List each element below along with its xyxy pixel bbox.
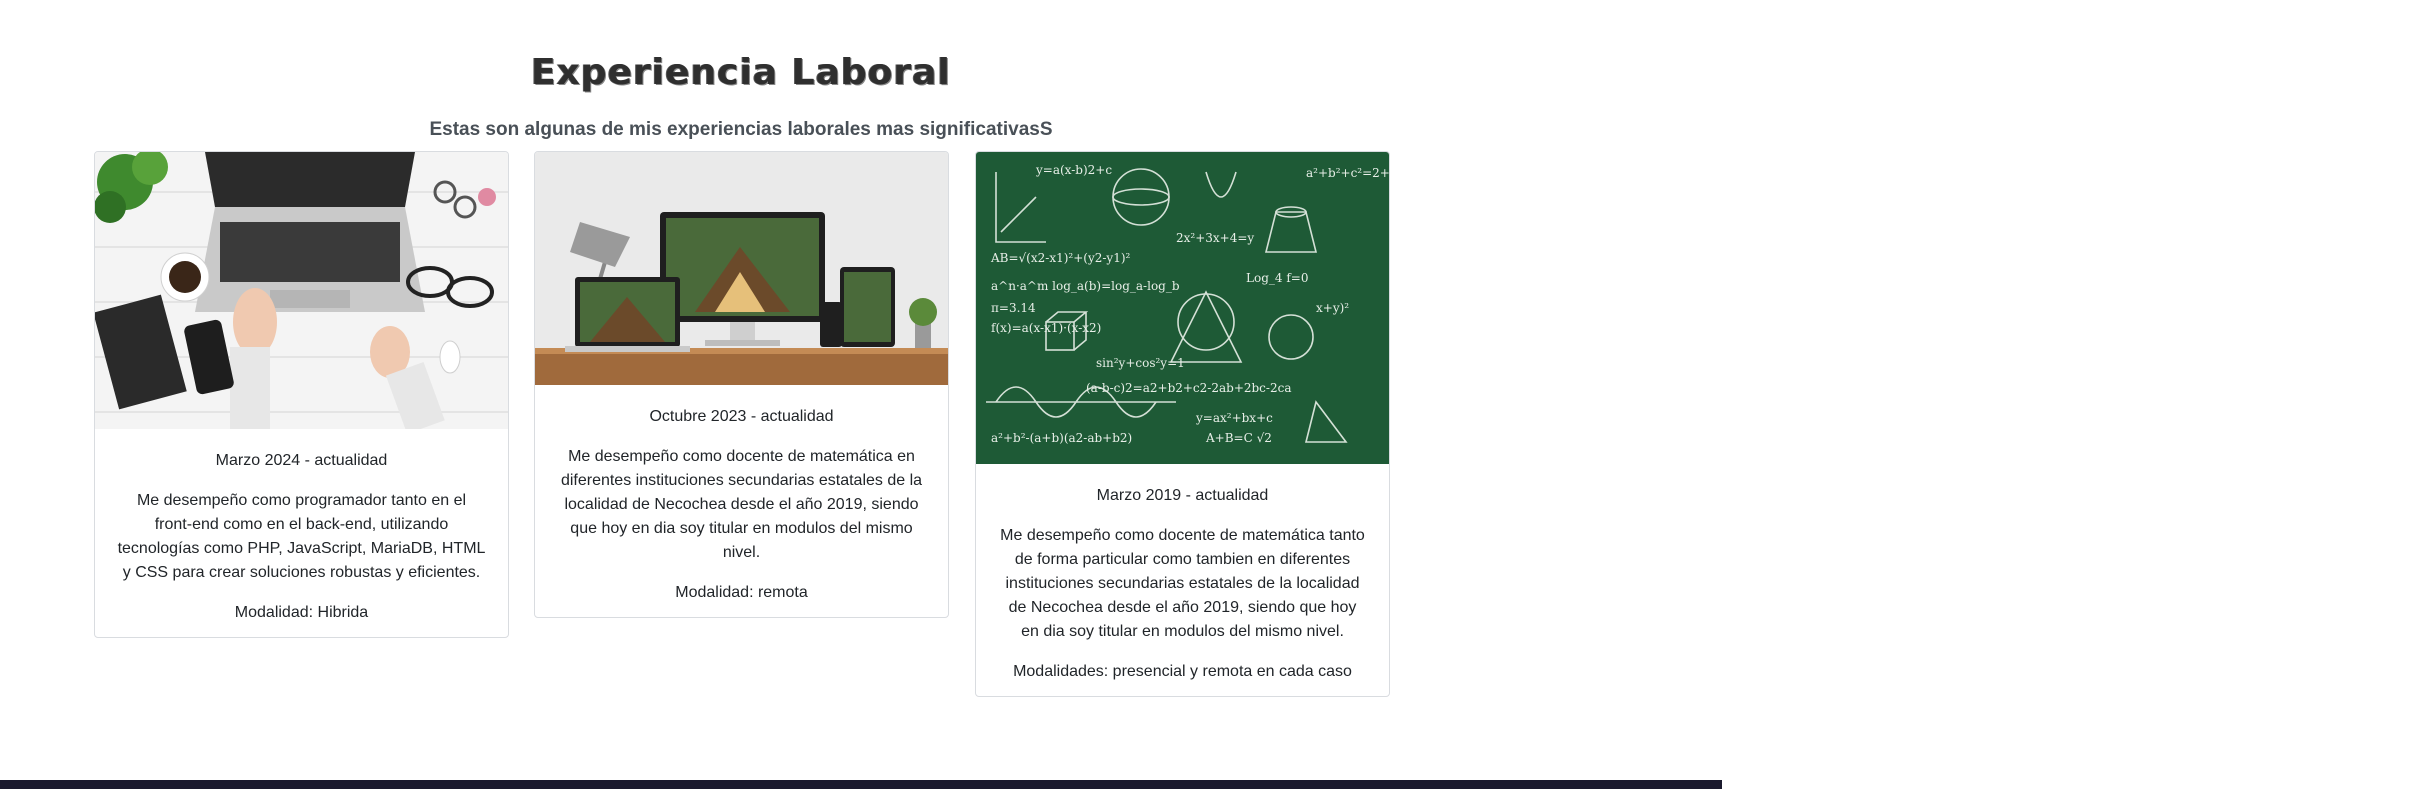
svg-text:a²+b²-(a+b)(a2-ab+b2): a²+b²-(a+b)(a2-ab+b2)	[991, 431, 1132, 445]
svg-text:f(x)=a(x-x1)·(x-x2): f(x)=a(x-x1)·(x-x2)	[991, 321, 1101, 335]
card-body: Marzo 2019 - actualidad Me desempeño com…	[976, 464, 1389, 696]
card-description: Me desempeño como programador tanto en e…	[117, 492, 486, 581]
svg-text:(a-b-c)2=a2+b2+c2-2ab+2bc-2ca: (a-b-c)2=a2+b2+c2-2ab+2bc-2ca	[1086, 381, 1291, 395]
svg-text:AB=√(x2-x1)²+(y2-y1)²: AB=√(x2-x1)²+(y2-y1)²	[990, 251, 1131, 265]
section-title: Experiencia Laboral	[531, 52, 951, 93]
svg-text:Log_4 f=0: Log_4 f=0	[1246, 271, 1308, 285]
experience-card-1: Marzo 2024 - actualidad Me desempeño com…	[94, 151, 509, 638]
card-body: Octubre 2023 - actualidad Me desempeño c…	[535, 385, 948, 617]
footer-bar	[0, 780, 1722, 789]
experience-card-3: y=a(x-b)2+c AB=√(x2-x1)²+(y2-y1)² a^n·a^…	[975, 151, 1390, 697]
card-date: Octubre 2023 - actualidad	[649, 408, 834, 425]
card-date: Marzo 2019 - actualidad	[1096, 487, 1269, 504]
laptop-desk-image	[95, 152, 508, 429]
svg-text:2x²+3x+4=y: 2x²+3x+4=y	[1176, 231, 1254, 245]
card-description: Me desempeño como docente de matemática …	[1000, 527, 1365, 640]
page: Experiencia Laboral Estas son algunas de…	[0, 0, 2409, 789]
svg-text:a^n·a^m log_a(b)=log_a-log_b: a^n·a^m log_a(b)=log_a-log_b	[991, 279, 1180, 293]
svg-text:A+B=C √2: A+B=C √2	[1205, 431, 1272, 445]
card-description: Me desempeño como docente de matemática …	[560, 448, 923, 561]
section-subtitle: Estas son algunas de mis experiencias la…	[429, 119, 1053, 140]
math-chalkboard-image: y=a(x-b)2+c AB=√(x2-x1)²+(y2-y1)² a^n·a^…	[976, 152, 1389, 464]
svg-text:a²+b²+c²=2+4ab²: a²+b²+c²=2+4ab²	[1306, 166, 1389, 180]
card-date: Marzo 2024 - actualidad	[215, 452, 388, 469]
svg-text:y=a(x-b)2+c: y=a(x-b)2+c	[1035, 163, 1112, 177]
card-modality: Modalidad: remota	[675, 584, 808, 601]
responsive-devices-image	[535, 152, 948, 385]
svg-text:y=ax²+bx+c: y=ax²+bx+c	[1195, 411, 1273, 425]
card-modality: Modalidades: presencial y remota en cada…	[1013, 663, 1352, 680]
svg-text:sin²y+cos²y=1: sin²y+cos²y=1	[1096, 356, 1185, 370]
experience-card-2: Octubre 2023 - actualidad Me desempeño c…	[534, 151, 949, 618]
card-body: Marzo 2024 - actualidad Me desempeño com…	[95, 429, 508, 637]
card-modality: Modalidad: Hibrida	[234, 604, 369, 621]
svg-text:π=3.14: π=3.14	[991, 301, 1036, 315]
svg-text:x+y)²: x+y)²	[1316, 301, 1349, 315]
